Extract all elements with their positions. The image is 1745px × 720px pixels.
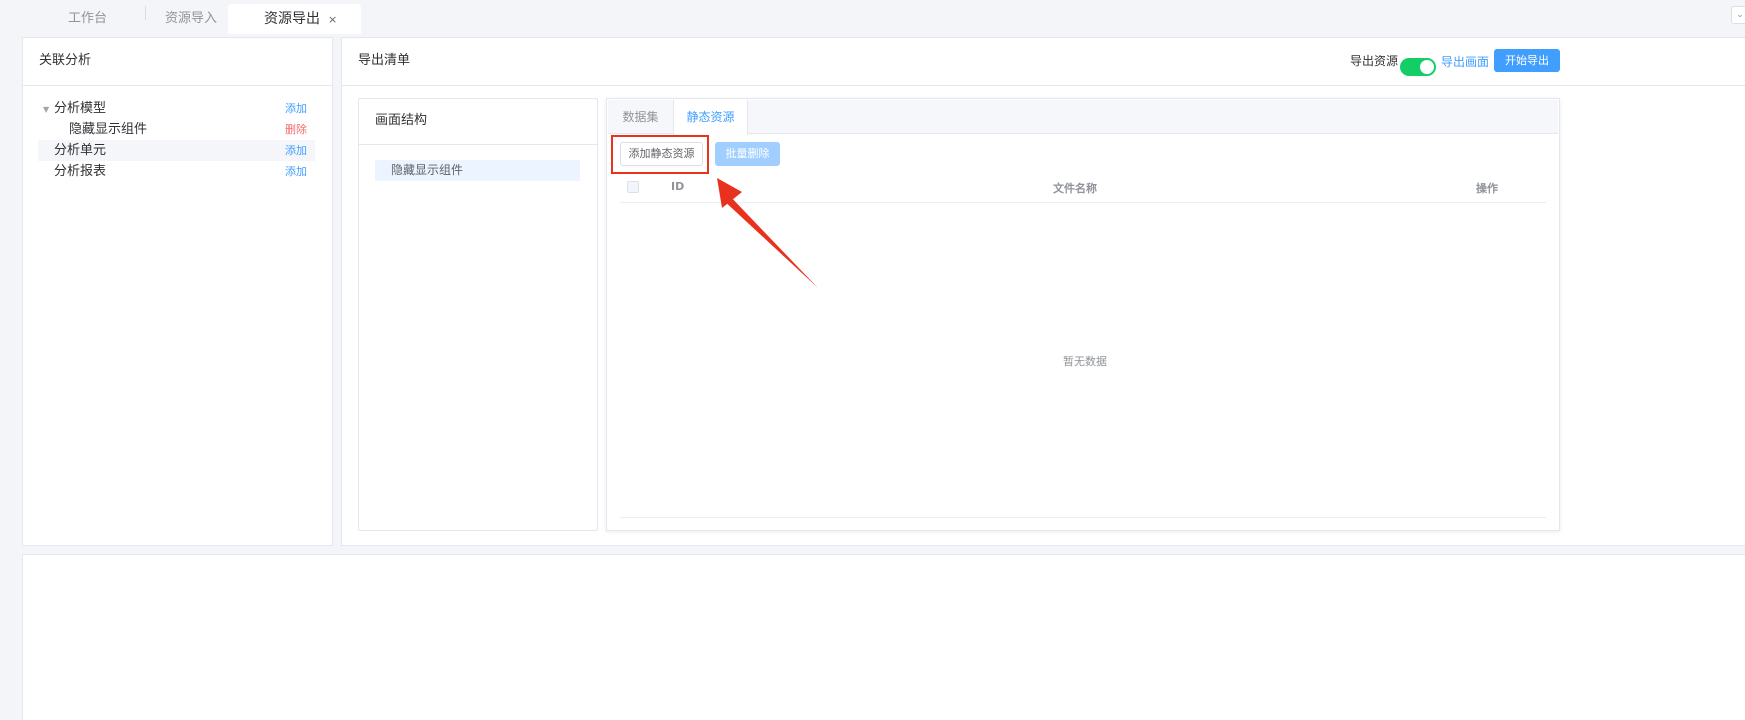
- tab-label: 资源导入: [165, 11, 218, 26]
- switch-knob: [1420, 60, 1434, 74]
- column-header-id: ID: [671, 180, 685, 193]
- tree-item-label: 分析报表: [54, 164, 107, 179]
- caret-down-icon[interactable]: ▼: [43, 99, 49, 120]
- tab-label: 资源导出: [264, 11, 320, 27]
- column-header-actions: 操作: [1476, 182, 1498, 195]
- tree-item-label: 分析单元: [54, 143, 107, 158]
- tree-item-label: 隐藏显示组件: [69, 122, 148, 137]
- batch-delete-button: 批量删除: [715, 142, 780, 166]
- start-export-button[interactable]: 开始导出: [1494, 49, 1560, 72]
- bottom-panel: [22, 554, 1745, 720]
- add-link[interactable]: 添加: [285, 161, 307, 182]
- empty-state-text: 暂无数据: [1063, 355, 1107, 368]
- tab-divider: [145, 6, 146, 20]
- tab-dataset[interactable]: 数据集: [608, 100, 673, 135]
- column-header-filename: 文件名称: [1053, 182, 1097, 195]
- tree-item-model[interactable]: ▼ 分析模型 添加: [38, 98, 315, 119]
- structure-item[interactable]: 隐藏显示组件: [375, 160, 580, 181]
- tab-resource-import[interactable]: 资源导入: [165, 4, 217, 34]
- export-resource-switch[interactable]: [1400, 58, 1436, 76]
- tab-bar: 工作台 资源导入 资源导出 × ⌄: [0, 0, 1745, 34]
- resource-tabs: 数据集 静态资源: [608, 100, 1558, 135]
- tree-item-label: 分析模型: [54, 101, 107, 116]
- export-screen-link[interactable]: 导出画面: [1441, 53, 1489, 70]
- panel-title: 画面结构: [359, 99, 597, 145]
- delete-link[interactable]: 删除: [285, 119, 307, 140]
- tree-item-report[interactable]: 分析报表 添加: [38, 161, 315, 182]
- annotation-arrow: [717, 178, 818, 288]
- tree-item-unit[interactable]: 分析单元 添加: [38, 140, 315, 161]
- tab-static-resource[interactable]: 静态资源: [673, 100, 748, 135]
- add-link[interactable]: 添加: [285, 140, 307, 161]
- export-resource-label: 导出资源: [1350, 54, 1399, 68]
- panel-title: 关联分析: [23, 38, 332, 86]
- close-icon[interactable]: ×: [328, 13, 337, 26]
- tree-item-hidden-component[interactable]: 隐藏显示组件 删除: [38, 119, 315, 140]
- tab-label: 工作台: [68, 11, 108, 26]
- tab-workbench[interactable]: 工作台: [68, 4, 107, 34]
- annotation-highlight-box: [611, 135, 709, 174]
- chevron-down-icon[interactable]: ⌄: [1731, 6, 1745, 24]
- table-bottom-divider: [620, 517, 1546, 518]
- select-all-checkbox[interactable]: [627, 181, 639, 193]
- arrow-shaft: [721, 192, 818, 288]
- tab-resource-export[interactable]: 资源导出 ×: [228, 4, 362, 34]
- add-link[interactable]: 添加: [285, 98, 307, 119]
